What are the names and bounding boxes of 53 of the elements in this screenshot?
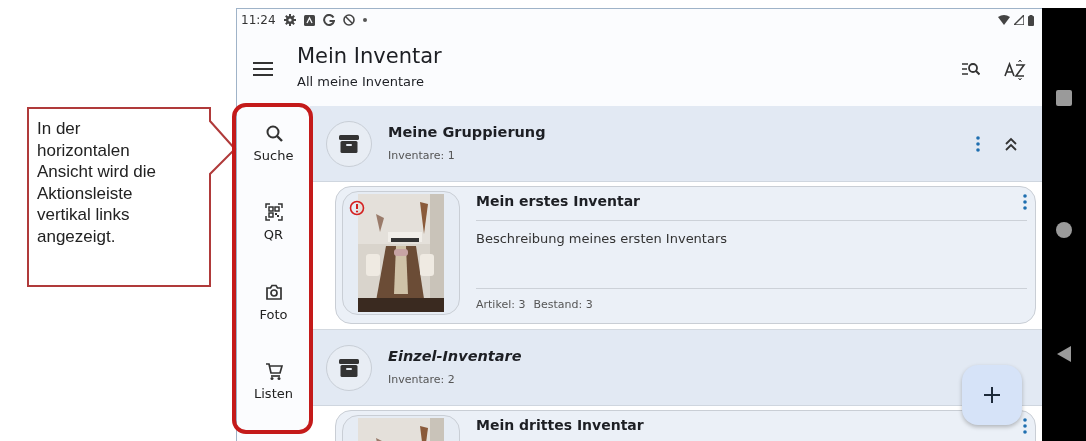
more-vert-icon: [1023, 193, 1027, 210]
sort-az-icon: [1004, 57, 1026, 80]
dot-icon: [362, 18, 367, 22]
more-button[interactable]: [976, 135, 980, 152]
wifi-icon: [998, 15, 1010, 25]
menu-icon: [253, 61, 273, 76]
home-icon: [1056, 222, 1072, 238]
menu-button[interactable]: [253, 61, 273, 76]
app-subtitle: All meine Inventare: [297, 73, 426, 92]
signal-icon: [1014, 15, 1024, 25]
callout-text: In der horizontalen Ansicht wird die Aktionsleiste vertikal links angezeigt.: [37, 118, 158, 247]
filter-search-icon: [962, 61, 980, 76]
group-header[interactable]: Meine Gruppierung Inventare: 1: [310, 106, 1042, 182]
camera-icon: [264, 282, 283, 301]
inventory-description: Beschreibung meines ersten Inventars: [476, 230, 729, 248]
group-title: Meine Gruppierung: [388, 123, 546, 143]
group-header[interactable]: Einzel-Inventare Inventare: 2: [310, 330, 1042, 406]
image-notification-icon: [303, 14, 315, 26]
status-time: 11:24: [241, 12, 276, 29]
inventory-card[interactable]: Mein drittes Inventar: [335, 410, 1036, 441]
inventory-title: Mein erstes Inventar: [476, 192, 640, 211]
rail-button[interactable]: QR: [237, 203, 310, 283]
more-vert-icon: [1023, 417, 1027, 434]
group-count: Inventare: 1: [388, 148, 456, 165]
plus-icon: [984, 387, 1000, 403]
gear-icon: [283, 14, 296, 26]
qr-code-icon: [264, 203, 283, 222]
archive-box-icon: [338, 356, 360, 379]
blocked-icon: [342, 14, 355, 26]
more-button[interactable]: [1023, 417, 1027, 434]
battery-icon: [1028, 14, 1034, 26]
collapse-button[interactable]: [1004, 135, 1018, 152]
inventory-stat: Bestand: 3: [533, 296, 593, 313]
archive-box-icon: [338, 132, 360, 155]
recent-apps-icon: [1056, 90, 1072, 106]
filter-search-button[interactable]: [962, 61, 980, 76]
g-notification-icon: [322, 14, 335, 26]
cart-icon: [264, 361, 283, 380]
rail-button[interactable]: Listen: [237, 361, 310, 441]
search-icon: [264, 124, 283, 142]
back-icon: [1057, 346, 1071, 362]
inventory-stat: Artikel: 3: [476, 296, 526, 313]
rail-button[interactable]: Suche: [237, 124, 310, 204]
rail-button[interactable]: Foto: [237, 282, 310, 362]
group-title: Einzel-Inventare: [388, 347, 522, 367]
inventory-card[interactable]: Mein erstes Inventar Beschreibung meines ersten Inventars Artikel: 3 Bestand: 3: [335, 186, 1036, 324]
double-chevron-up-icon: [1004, 135, 1018, 152]
more-button[interactable]: [1023, 193, 1027, 210]
app-title: Mein Inventar: [297, 45, 442, 69]
group-count: Inventare: 2: [388, 372, 456, 389]
more-vert-icon: [976, 135, 980, 152]
inventory-title: Mein drittes Inventar: [476, 416, 644, 435]
sort-button[interactable]: [1004, 57, 1026, 80]
